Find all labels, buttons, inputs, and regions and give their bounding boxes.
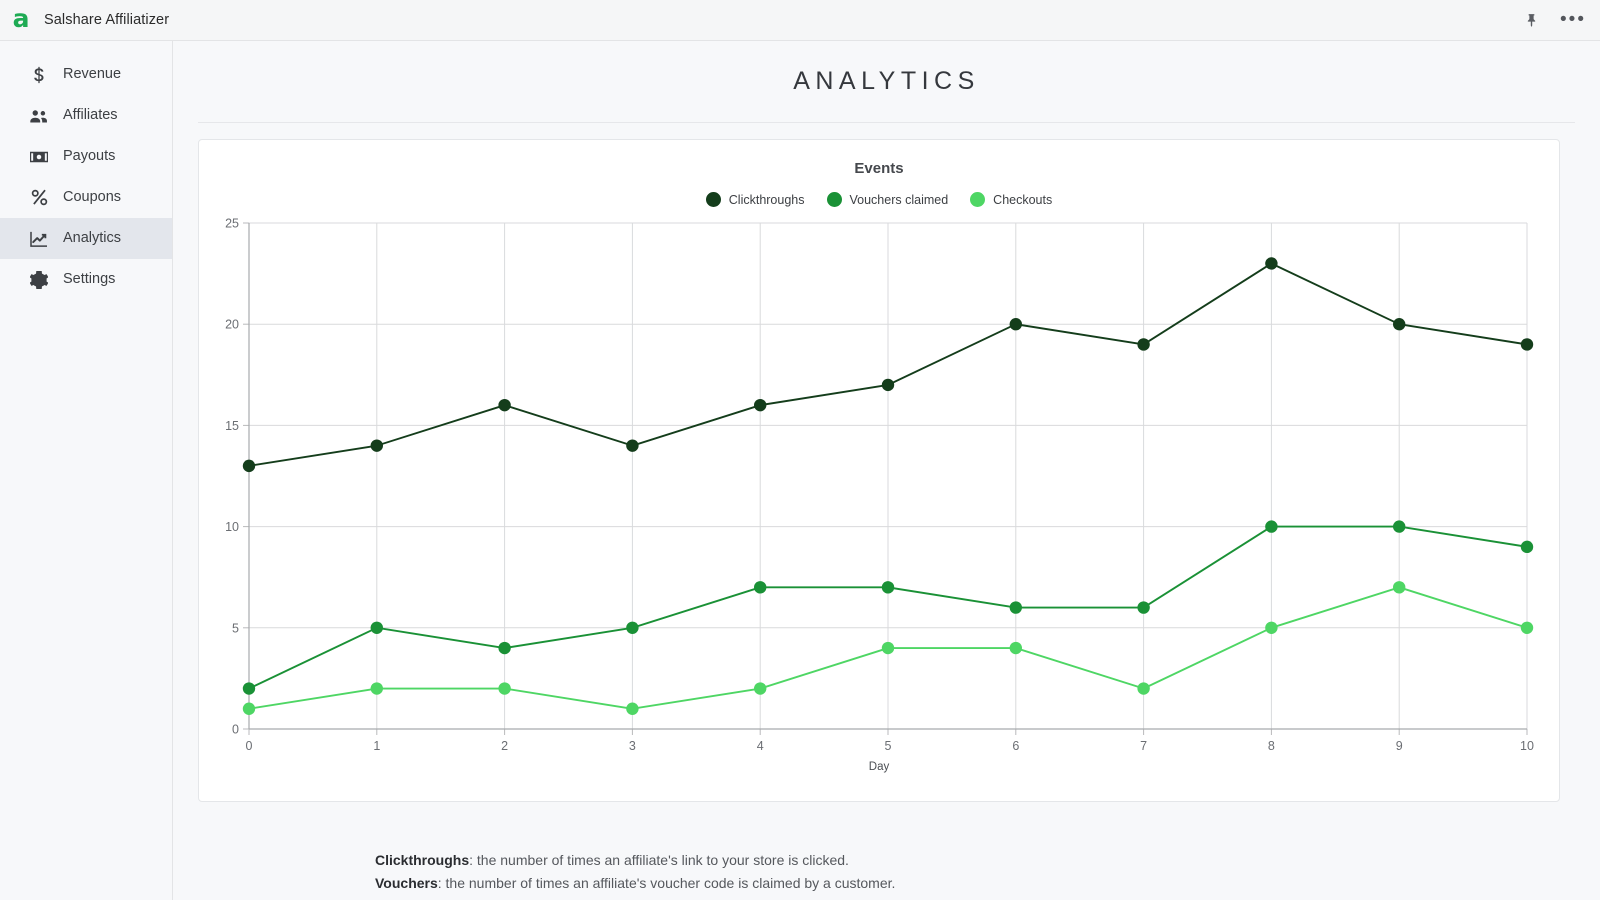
sidebar-item-label: Payouts xyxy=(63,149,115,164)
legend-item-clickthroughs[interactable]: Clickthroughs xyxy=(706,192,805,207)
sidebar-item-settings[interactable]: Settings xyxy=(0,259,172,300)
sidebar-item-affiliates[interactable]: Affiliates xyxy=(0,95,172,136)
dollar-icon xyxy=(30,66,48,84)
sidebar-item-label: Coupons xyxy=(63,190,121,205)
svg-text:0: 0 xyxy=(246,739,253,753)
legend-label: Vouchers claimed xyxy=(850,193,949,207)
ellipsis-icon[interactable]: ••• xyxy=(1560,13,1586,27)
legend-item-vouchers-claimed[interactable]: Vouchers claimed xyxy=(827,192,949,207)
svg-text:10: 10 xyxy=(1520,739,1534,753)
note-text: : the number of times an affiliate's lin… xyxy=(469,852,849,868)
sidebar-item-payouts[interactable]: Payouts xyxy=(0,136,172,177)
chart-notes: Clickthroughs: the number of times an af… xyxy=(375,849,1600,895)
svg-text:25: 25 xyxy=(225,217,239,231)
sidebar-item-revenue[interactable]: Revenue xyxy=(0,54,172,95)
svg-text:0: 0 xyxy=(232,723,239,737)
app-logo-icon: a xyxy=(8,7,34,33)
sidebar-item-label: Settings xyxy=(63,272,115,287)
sidebar-item-analytics[interactable]: Analytics xyxy=(0,218,172,259)
svg-text:1: 1 xyxy=(373,739,380,753)
svg-text:6: 6 xyxy=(1012,739,1019,753)
note-term: Vouchers xyxy=(375,875,438,891)
svg-text:7: 7 xyxy=(1140,739,1147,753)
note-clickthroughs: Clickthroughs: the number of times an af… xyxy=(375,849,1600,872)
svg-text:20: 20 xyxy=(225,318,239,332)
svg-text:5: 5 xyxy=(885,739,892,753)
sidebar-item-label: Revenue xyxy=(63,67,121,82)
top-bar: a Salshare Affiliatizer ••• xyxy=(0,0,1600,41)
app-window: a Salshare Affiliatizer ••• Revenue xyxy=(0,0,1600,900)
legend-item-checkouts[interactable]: Checkouts xyxy=(970,192,1052,207)
users-icon xyxy=(30,107,48,125)
svg-text:3: 3 xyxy=(629,739,636,753)
svg-text:15: 15 xyxy=(225,419,239,433)
sidebar-item-coupons[interactable]: Coupons xyxy=(0,177,172,218)
legend-label: Clickthroughs xyxy=(729,193,805,207)
chart-card: Events Clickthroughs Vouchers claimed Ch… xyxy=(198,139,1560,802)
chart-plot-area: 0 5 10 15 20 25 0 1 2 3 4 5 6 7 8 9 10 Day xyxy=(209,213,1549,775)
topbar-actions: ••• xyxy=(1523,12,1586,29)
svg-text:4: 4 xyxy=(757,739,764,753)
note-term: Clickthroughs xyxy=(375,852,469,868)
gear-icon xyxy=(30,271,48,289)
page-title: ANALYTICS xyxy=(198,41,1575,123)
money-bill-icon xyxy=(30,148,48,166)
chart-line-icon xyxy=(30,230,48,248)
main-content: ANALYTICS Events Clickthroughs Vouchers … xyxy=(173,41,1600,900)
svg-text:8: 8 xyxy=(1268,739,1275,753)
legend-swatch xyxy=(827,192,842,207)
body-row: Revenue Affiliates xyxy=(0,41,1600,900)
chart-legend: Clickthroughs Vouchers claimed Checkouts xyxy=(209,192,1549,207)
x-axis-label: Day xyxy=(209,761,1549,773)
app-title: Salshare Affiliatizer xyxy=(44,12,169,28)
note-text: : the number of times an affiliate's vou… xyxy=(438,875,896,891)
pin-icon[interactable] xyxy=(1523,12,1540,29)
svg-text:2: 2 xyxy=(501,739,508,753)
chart-title: Events xyxy=(209,160,1549,177)
events-line-chart: 0 5 10 15 20 25 0 1 2 3 4 5 6 7 8 9 10 xyxy=(209,213,1549,775)
svg-text:9: 9 xyxy=(1396,739,1403,753)
sidebar: Revenue Affiliates xyxy=(0,41,173,900)
legend-label: Checkouts xyxy=(993,193,1052,207)
legend-swatch xyxy=(706,192,721,207)
svg-text:10: 10 xyxy=(225,520,239,534)
sidebar-item-label: Affiliates xyxy=(63,108,118,123)
svg-text:5: 5 xyxy=(232,621,239,635)
sidebar-item-label: Analytics xyxy=(63,231,121,246)
note-vouchers: Vouchers: the number of times an affilia… xyxy=(375,872,1600,895)
legend-swatch xyxy=(970,192,985,207)
percent-icon xyxy=(30,189,48,207)
brand: a Salshare Affiliatizer xyxy=(8,7,169,33)
